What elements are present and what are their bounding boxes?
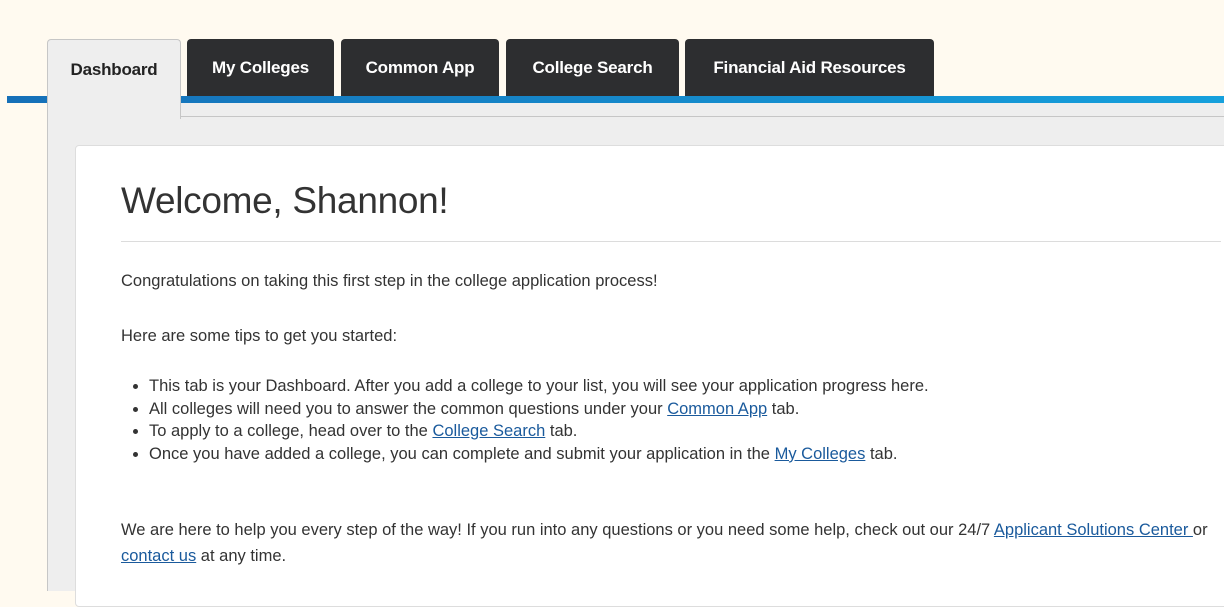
help-text: We are here to help you every step of th…	[121, 517, 1221, 569]
tab-accent-bar	[7, 96, 1224, 103]
tip-text: tab.	[767, 399, 800, 418]
help-text-middle: or	[1192, 521, 1208, 539]
tab-college-search[interactable]: College Search	[506, 39, 679, 96]
tips-heading: Here are some tips to get you started:	[121, 327, 398, 345]
welcome-card: Welcome, Shannon! Congratulations on tak…	[75, 145, 1224, 607]
tip-text: All colleges will need you to answer the…	[149, 399, 668, 418]
intro-text: Congratulations on taking this first ste…	[121, 272, 658, 290]
tip-text: tab.	[545, 422, 578, 440]
common-app-link[interactable]: Common App	[667, 400, 767, 418]
tip-text: This tab is your Dashboard. After you ad…	[149, 377, 929, 395]
page-title: Welcome, Shannon!	[121, 180, 449, 221]
title-divider	[121, 241, 1221, 242]
list-item: This tab is your Dashboard. After you ad…	[149, 375, 929, 398]
tab-my-colleges[interactable]: My Colleges	[187, 39, 334, 96]
help-text-end: at any time.	[196, 547, 287, 565]
tip-text: To apply to a college, head over to the	[149, 422, 433, 440]
applicant-solutions-center-link[interactable]: Applicant Solutions Center	[994, 521, 1193, 539]
list-item: All colleges will need you to answer the…	[149, 398, 929, 421]
tab-financial-aid-resources[interactable]: Financial Aid Resources	[685, 39, 934, 96]
contact-us-link[interactable]: contact us	[121, 547, 196, 565]
tip-text: Once you have added a college, you can c…	[149, 444, 775, 463]
tip-text: tab.	[865, 444, 898, 463]
list-item: Once you have added a college, you can c…	[149, 443, 929, 466]
college-search-link[interactable]: College Search	[432, 422, 545, 440]
tab-dashboard[interactable]: Dashboard	[47, 39, 181, 119]
tab-common-app[interactable]: Common App	[341, 39, 499, 96]
my-colleges-link[interactable]: My Colleges	[775, 445, 866, 463]
list-item: To apply to a college, head over to the …	[149, 420, 929, 443]
tips-list: This tab is your Dashboard. After you ad…	[121, 375, 929, 465]
help-text-start: We are here to help you every step of th…	[121, 521, 994, 539]
tab-panel-header	[181, 103, 1224, 117]
